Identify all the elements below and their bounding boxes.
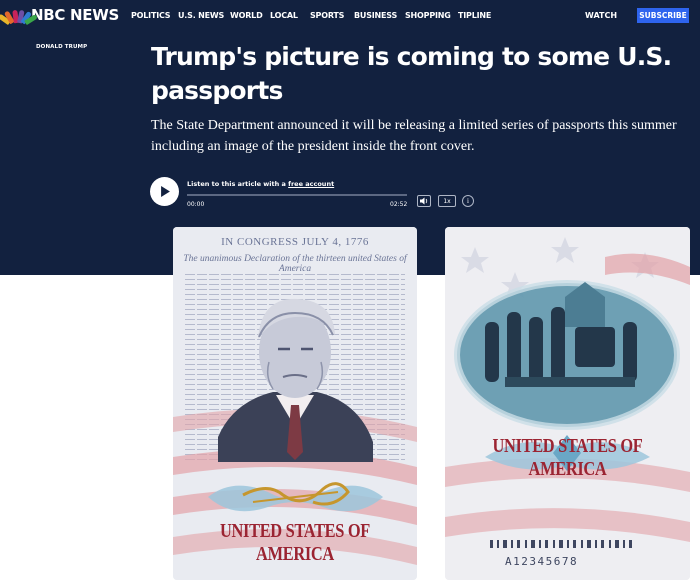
- listen-prefix: Listen to this article with a: [187, 180, 289, 188]
- nav-world[interactable]: WORLD: [230, 11, 263, 20]
- info-icon[interactable]: i: [462, 195, 474, 207]
- volume-button[interactable]: [417, 195, 431, 207]
- article-dek: The State Department announced it will b…: [151, 118, 677, 154]
- passport-congress-heading: IN CONGRESS JULY 4, 1776: [221, 236, 369, 248]
- topic-tag[interactable]: DONALD TRUMP: [36, 44, 87, 50]
- subscribe-button[interactable]: SUBSCRIBE: [637, 8, 689, 23]
- listen-prompt: Listen to this article with a free accou…: [187, 180, 334, 188]
- top-navigation: NBC NEWS POLITICS U.S. NEWS WORLD LOCAL …: [0, 0, 700, 32]
- brand-name: NBC NEWS: [31, 6, 119, 24]
- play-button[interactable]: [150, 177, 179, 206]
- article-headline: Trump's picture is coming to some U.S. p…: [151, 42, 672, 105]
- passport-number: A12345678: [505, 555, 579, 568]
- passport-declaration-title: The unanimous Declaration of the thirtee…: [183, 254, 407, 274]
- passport-country-name-alt: UNITED STATES OF AMERICA: [492, 435, 643, 480]
- nav-tipline[interactable]: TIPLINE: [458, 11, 491, 20]
- passport-signing-image: UNITED STATES OF AMERICA: [445, 227, 690, 580]
- watch-link[interactable]: WATCH: [585, 11, 617, 20]
- nav-business[interactable]: BUSINESS: [354, 11, 397, 20]
- current-time: 00:00: [187, 201, 205, 208]
- audio-progress-track[interactable]: [187, 194, 407, 196]
- nav-politics[interactable]: POLITICS: [131, 11, 171, 20]
- volume-icon: [419, 197, 427, 205]
- playback-speed-button[interactable]: 1x: [438, 195, 456, 207]
- nbc-news-logo[interactable]: NBC NEWS: [0, 6, 119, 26]
- free-account-link[interactable]: free account: [288, 180, 334, 188]
- nav-local[interactable]: LOCAL: [270, 11, 298, 20]
- passport-country-name: UNITED STATES OF AMERICA: [219, 520, 370, 565]
- duration: 02:52: [390, 201, 408, 208]
- passport-signing-artwork: [445, 227, 690, 580]
- nav-sports[interactable]: SPORTS: [310, 11, 344, 20]
- passport-portrait-image: IN CONGRESS JULY 4, 1776 The unanimous D…: [173, 227, 417, 580]
- nav-us-news[interactable]: U.S. NEWS: [178, 11, 224, 20]
- peacock-icon: [0, 7, 38, 26]
- nav-shopping[interactable]: SHOPPING: [405, 11, 451, 20]
- play-icon: [161, 186, 170, 197]
